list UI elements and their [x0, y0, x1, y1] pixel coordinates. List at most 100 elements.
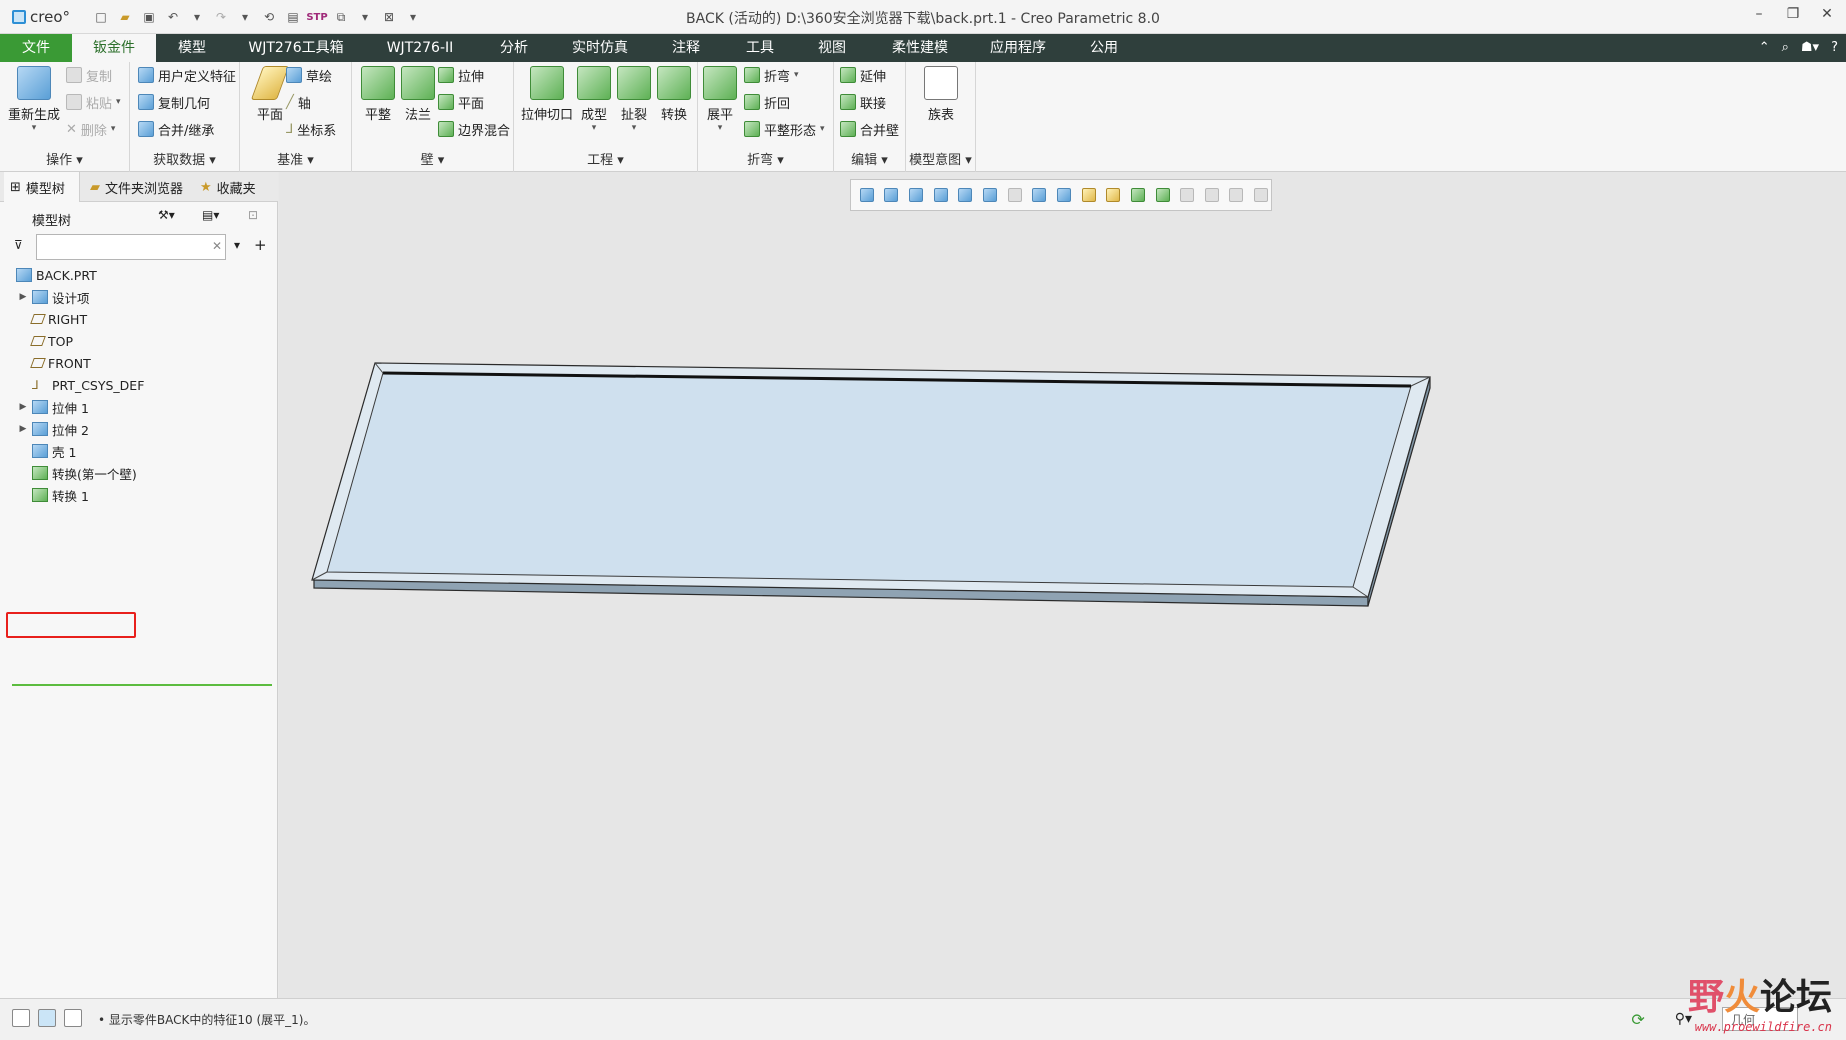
- bend-button[interactable]: 折弯 ▾: [744, 64, 799, 86]
- form-button[interactable]: 成型 ▾: [574, 66, 614, 133]
- tree-item-top[interactable]: TOP: [28, 330, 73, 352]
- tab-file[interactable]: 文件: [0, 34, 72, 62]
- add-filter-icon[interactable]: +: [254, 236, 267, 254]
- group-engineering-label[interactable]: 工程 ▾: [514, 149, 697, 168]
- expand-icon[interactable]: ▶: [18, 292, 28, 302]
- tab-wjt276-toolbox[interactable]: WJT276工具箱: [238, 34, 354, 62]
- rip-dropdown-icon[interactable]: ▾: [614, 123, 654, 133]
- paste-dropdown-icon[interactable]: ▾: [116, 97, 121, 107]
- tree-item-design-items[interactable]: ▶ 设计项: [18, 286, 90, 308]
- flat-pattern-dropdown-icon[interactable]: ▾: [820, 124, 825, 134]
- extrude-wall-button[interactable]: 拉伸: [438, 64, 484, 86]
- expand-icon[interactable]: ▶: [18, 402, 28, 412]
- tab-tools[interactable]: 工具: [734, 34, 786, 62]
- flange-button[interactable]: 法兰: [392, 66, 444, 123]
- tree-item-label: RIGHT: [48, 311, 88, 327]
- copy-button[interactable]: 复制: [66, 64, 112, 86]
- toggle-browser-icon[interactable]: [38, 1009, 56, 1027]
- maximize-icon[interactable]: ❐: [1784, 6, 1802, 22]
- unbend-dropdown-icon[interactable]: ▾: [698, 123, 742, 133]
- delete-button[interactable]: ✕ 删除 ▾: [66, 118, 115, 140]
- tree-settings-icon[interactable]: ⚒▾: [158, 208, 175, 222]
- tab-wjt276-ii[interactable]: WJT276-II: [372, 34, 468, 62]
- toggle-navigator-icon[interactable]: [12, 1009, 30, 1027]
- tree-item-convert-1[interactable]: 转换 1: [28, 484, 89, 506]
- close-icon[interactable]: ✕: [1818, 6, 1836, 22]
- paste-button[interactable]: 粘贴 ▾: [66, 91, 121, 113]
- collapse-ribbon-icon[interactable]: ⌃: [1759, 40, 1770, 55]
- tab-folder-browser[interactable]: ▰ 文件夹浏览器: [84, 172, 190, 202]
- convert-button[interactable]: 转换: [654, 66, 694, 123]
- community-icon[interactable]: ☗▾: [1801, 40, 1819, 55]
- join-button[interactable]: 联接: [840, 91, 886, 113]
- tab-view[interactable]: 视图: [806, 34, 858, 62]
- bend-back-button[interactable]: 折回: [744, 91, 790, 113]
- regenerate-status-icon[interactable]: ⟳: [1631, 1010, 1644, 1029]
- delete-dropdown-icon[interactable]: ▾: [111, 124, 116, 134]
- unbend-button[interactable]: 展平 ▾: [698, 66, 742, 133]
- tab-live-simulation[interactable]: 实时仿真: [562, 34, 638, 62]
- full-screen-icon[interactable]: [64, 1009, 82, 1027]
- tree-item-label: BACK.PRT: [36, 267, 97, 283]
- model-graphic[interactable]: [279, 172, 1846, 998]
- tree-item-extrude-2[interactable]: ▶ 拉伸 2: [18, 418, 89, 440]
- tab-analysis[interactable]: 分析: [488, 34, 540, 62]
- tree-item-front[interactable]: FRONT: [28, 352, 91, 374]
- regenerate-button[interactable]: 重新生成 ▾: [8, 66, 60, 133]
- help-icon[interactable]: ?: [1831, 40, 1838, 55]
- udf-label: 用户定义特征: [158, 69, 237, 85]
- clear-search-icon[interactable]: ✕: [212, 239, 222, 253]
- design-items-icon: [32, 290, 48, 304]
- tab-utilities[interactable]: 公用: [1078, 34, 1130, 62]
- graphics-viewport[interactable]: [279, 172, 1846, 998]
- tree-item-extrude-1[interactable]: ▶ 拉伸 1: [18, 396, 89, 418]
- group-datum-label[interactable]: 基准 ▾: [240, 149, 351, 168]
- search-icon[interactable]: ⌕: [1782, 40, 1789, 55]
- minimize-icon[interactable]: –: [1750, 6, 1768, 22]
- extrude-cut-button[interactable]: 拉伸切口: [518, 66, 576, 123]
- merge-walls-icon: [840, 121, 856, 137]
- merge-walls-button[interactable]: 合并壁: [840, 118, 899, 140]
- tab-favorites[interactable]: ★ 收藏夹: [194, 172, 274, 202]
- csys-button[interactable]: ⅃ 坐标系: [286, 118, 336, 140]
- expand-icon[interactable]: ▶: [18, 424, 28, 434]
- axis-button[interactable]: ╱ 轴: [286, 91, 311, 113]
- group-model-intent-label[interactable]: 模型意图 ▾: [906, 149, 975, 168]
- insert-indicator-line[interactable]: [12, 684, 272, 686]
- search-dropdown-icon[interactable]: ▾: [234, 238, 240, 252]
- group-operations-label[interactable]: 操作 ▾: [0, 149, 129, 168]
- bend-dropdown-icon[interactable]: ▾: [794, 70, 799, 80]
- family-table-button[interactable]: 族表: [915, 66, 967, 123]
- tab-model[interactable]: 模型: [160, 34, 224, 62]
- tree-item-back-prt[interactable]: BACK.PRT: [12, 264, 97, 286]
- planar-wall-icon: [438, 94, 454, 110]
- planar-wall-button[interactable]: 平面: [438, 91, 484, 113]
- group-editing-label[interactable]: 编辑 ▾: [834, 149, 905, 168]
- sketch-label: 草绘: [306, 69, 333, 85]
- merge-inherit-button[interactable]: 合并/继承: [138, 118, 214, 140]
- tree-item-convert-first-wall[interactable]: 转换(第一个壁): [28, 462, 137, 484]
- tab-applications[interactable]: 应用程序: [978, 34, 1058, 62]
- group-walls-label[interactable]: 壁 ▾: [352, 149, 513, 168]
- tab-model-tree[interactable]: ⊞ 模型树: [4, 172, 80, 202]
- tree-item-csys[interactable]: ⅃ PRT_CSYS_DEF: [28, 374, 144, 396]
- tab-sheetmetal[interactable]: 钣金件: [72, 34, 156, 62]
- tab-flexible-modeling[interactable]: 柔性建模: [880, 34, 960, 62]
- tab-annotate[interactable]: 注释: [660, 34, 712, 62]
- extend-button[interactable]: 延伸: [840, 64, 886, 86]
- boundary-blend-button[interactable]: 边界混合: [438, 118, 510, 140]
- group-get-data-label[interactable]: 获取数据 ▾: [130, 149, 239, 168]
- form-dropdown-icon[interactable]: ▾: [574, 123, 614, 133]
- rip-button[interactable]: 扯裂 ▾: [614, 66, 654, 133]
- tree-item-shell-1[interactable]: 壳 1: [28, 440, 76, 462]
- tree-filter-settings-icon[interactable]: ⊡: [248, 208, 258, 222]
- tree-search-input[interactable]: [36, 234, 226, 260]
- show-icon[interactable]: ▤▾: [202, 208, 219, 222]
- flat-pattern-button[interactable]: 平整形态 ▾: [744, 118, 825, 140]
- udf-button[interactable]: 用户定义特征: [138, 64, 236, 86]
- sketch-button[interactable]: 草绘: [286, 64, 332, 86]
- group-bends-label[interactable]: 折弯 ▾: [698, 149, 833, 168]
- copy-geometry-button[interactable]: 复制几何: [138, 91, 210, 113]
- regenerate-dropdown-icon[interactable]: ▾: [8, 123, 60, 133]
- tree-item-right[interactable]: RIGHT: [28, 308, 87, 330]
